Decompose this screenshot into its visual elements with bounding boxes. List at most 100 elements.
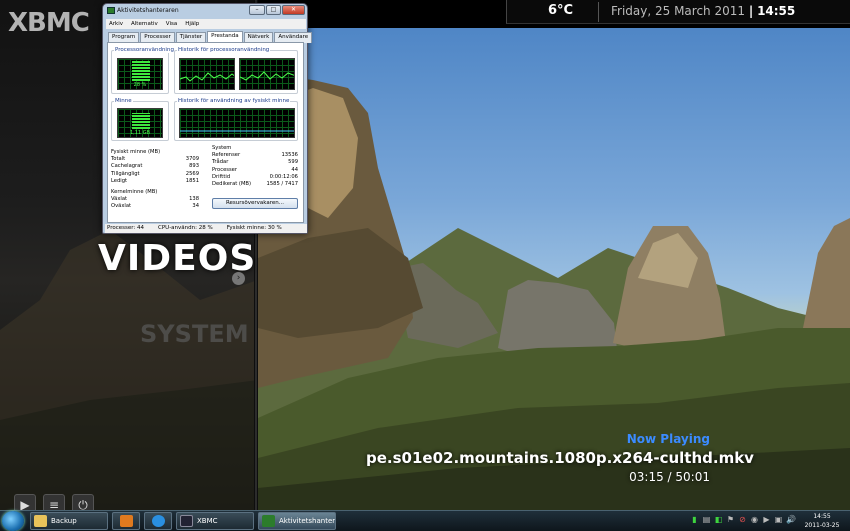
memory-meter-fill — [132, 113, 150, 129]
maximize-button[interactable]: □ — [266, 5, 281, 15]
tray-media-icon[interactable]: ▶ — [762, 514, 771, 525]
clock-time: 14:55 — [813, 513, 831, 520]
tab-prestanda[interactable]: Prestanda — [207, 31, 243, 42]
stat-key: Ledigt — [111, 177, 128, 184]
status-bar: Processer: 44 CPU-användn: 28 % Fysiskt … — [105, 224, 307, 233]
memory-group: Minne 1,11 GB — [111, 98, 169, 141]
memory-history-line — [180, 130, 294, 132]
cpu-history-line-core1 — [180, 72, 234, 82]
stat-row: Processer 44 — [212, 167, 298, 174]
date-time-separator: | — [748, 4, 754, 18]
memory-history-label: Historik för användning av fysiskt minne — [177, 98, 291, 104]
taskbar-button-media-player[interactable] — [112, 512, 140, 530]
info-bar-divider — [598, 2, 599, 22]
stat-key: Dedikerat (MB) — [212, 181, 252, 188]
stat-value: 0:00:12:06 — [269, 173, 298, 180]
fanart-background — [258, 28, 850, 510]
close-button[interactable]: ✕ — [282, 5, 305, 15]
cpu-history-graph-core2 — [239, 58, 295, 90]
taskbar-clock[interactable]: 14:55 2011-03-25 — [802, 512, 842, 530]
tray-network-icon[interactable]: ▤ — [702, 514, 711, 525]
desktop: XBMC VIDEOS › SYSTEM ▶ ≡ ⏻ 6°C Friday, 2… — [0, 0, 850, 531]
stat-key: Växlat — [111, 196, 128, 203]
system-label: System — [212, 145, 232, 151]
taskbar-button-xbmc[interactable]: XBMC — [176, 512, 254, 530]
stat-value: 2569 — [185, 170, 199, 177]
cpu-history-group: Historik för processoranvändning — [174, 47, 298, 94]
stat-key: Trådar — [212, 159, 229, 166]
media-player-icon — [120, 515, 133, 527]
stat-value: 3709 — [185, 156, 199, 163]
stat-row: Trådar 599 — [212, 159, 298, 166]
stat-key: Totalt — [111, 156, 126, 163]
stat-row: Oväxlat 34 — [111, 203, 199, 210]
menu-bar: Arkiv Alternativ Visa Hjälp — [106, 19, 306, 29]
taskbar-button-backup[interactable]: Backup — [30, 512, 108, 530]
clock-date: 2011-03-25 — [804, 522, 840, 529]
stat-value: 1585 / 7417 — [266, 181, 298, 188]
now-playing-filename: pe.s01e02.mountains.1080p.x264-culthd.mk… — [366, 449, 754, 467]
stat-value: 138 — [189, 196, 199, 203]
kernel-memory-stats: Kernelminne (MB) Växlat 138 Oväxlat 34 — [111, 189, 199, 211]
tray-monitor-icon[interactable]: ▣ — [774, 514, 783, 525]
menu-hjalp[interactable]: Hjälp — [185, 19, 199, 29]
memory-label: Minne — [114, 98, 133, 104]
stat-value: 13536 — [281, 152, 298, 159]
stat-value: 44 — [291, 166, 298, 173]
stat-row: Drifttid 0:00:12:06 — [212, 174, 298, 181]
start-button[interactable] — [2, 511, 24, 531]
cpu-usage-group: Processoranvändning 28 % — [111, 47, 175, 94]
memory-history-graph — [179, 108, 295, 138]
menu-visa[interactable]: Visa — [166, 19, 177, 29]
cpu-history-label: Historik för processoranvändning — [177, 47, 271, 53]
tray-app-icon[interactable]: ◧ — [714, 514, 723, 525]
folder-icon — [34, 515, 47, 527]
window-title: Aktivitetshanteraren — [117, 7, 179, 14]
menu-arkiv[interactable]: Arkiv — [109, 19, 123, 29]
status-memory: Fysiskt minne: 30 % — [226, 225, 282, 231]
task-manager-icon — [107, 7, 115, 14]
submenu-arrow-icon[interactable]: › — [232, 272, 245, 285]
memory-meter: 1,11 GB — [117, 108, 163, 138]
cpu-meter-fill — [132, 61, 150, 81]
stat-key: Oväxlat — [111, 203, 132, 210]
minimize-button[interactable]: – — [249, 5, 265, 15]
stat-value: 34 — [192, 203, 199, 210]
kernel-memory-label: Kernelminne (MB) — [111, 189, 158, 195]
date-text: Friday, 25 March 2011 — [611, 4, 746, 18]
system-tray: ▮ ▤ ◧ ⚑ ⊘ ◉ ▶ ▣ 🔊 — [690, 514, 796, 528]
menu-alternativ[interactable]: Alternativ — [131, 19, 158, 29]
cpu-usage-value: 28 % — [133, 82, 147, 88]
memory-history-group: Historik för användning av fysiskt minne — [174, 98, 298, 141]
stat-key: Cachelagrat — [111, 163, 143, 170]
tray-volume-icon[interactable]: 🔊 — [786, 514, 796, 525]
taskbar-button-label: Aktivitetshanteraren — [279, 517, 336, 525]
taskbar-button-task-manager[interactable]: Aktivitetshanteraren — [258, 512, 336, 530]
status-processes: Processer: 44 — [107, 225, 145, 231]
stat-value: 893 — [189, 163, 199, 170]
tray-status-icon[interactable]: ◉ — [750, 514, 759, 525]
tray-security-icon[interactable]: ⊘ — [738, 514, 747, 525]
cpu-usage-label: Processoranvändning — [114, 47, 175, 53]
stat-row: Dedikerat (MB) 1585 / 7417 — [212, 181, 298, 188]
tray-cpu-icon[interactable]: ▮ — [690, 514, 699, 525]
stat-row: Totalt 3709 — [111, 156, 199, 163]
taskbar-button-ie[interactable] — [144, 512, 172, 530]
cpu-history-graph-core1 — [179, 58, 235, 90]
performance-panel: Processoranvändning 28 % Historik för pr… — [107, 42, 304, 223]
cpu-usage-meter: 28 % — [117, 58, 163, 90]
stat-key: Drifttid — [212, 173, 231, 180]
physical-memory-label: Fysiskt minne (MB) — [111, 149, 161, 155]
menu-item-videos[interactable]: VIDEOS — [98, 238, 256, 279]
task-manager-window[interactable]: Aktivitetshanteraren – □ ✕ Arkiv Alterna… — [102, 3, 313, 234]
stat-row: Växlat 138 — [111, 196, 199, 203]
tray-flag-icon[interactable]: ⚑ — [726, 514, 735, 525]
resource-monitor-button[interactable]: Resursövervakaren... — [212, 198, 298, 209]
date-time: Friday, 25 March 2011 | 14:55 — [611, 4, 795, 18]
xbmc-logo: XBMC — [8, 8, 90, 38]
stat-key: Processer — [212, 166, 238, 173]
stat-row: Cachelagrat 893 — [111, 163, 199, 170]
menu-item-system[interactable]: SYSTEM — [140, 320, 249, 348]
task-manager-icon — [262, 515, 275, 527]
weather-temperature: 6°C — [548, 3, 574, 18]
